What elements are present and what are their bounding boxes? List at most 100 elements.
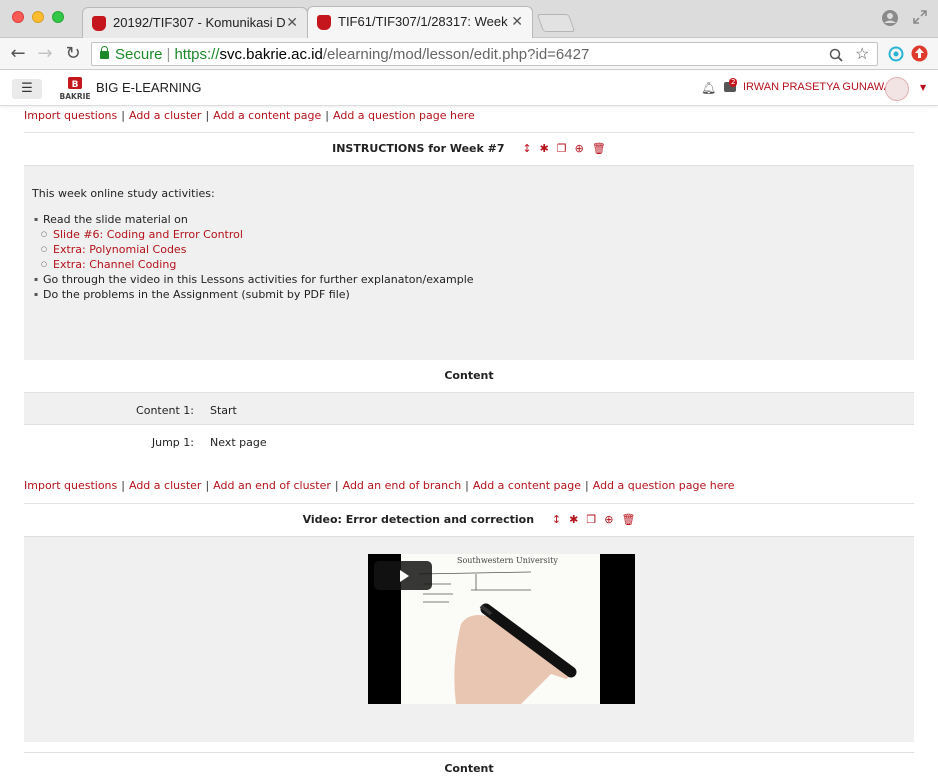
import-questions-link[interactable]: Import questions [24,109,117,122]
browser-tab-bar: 20192/TIF307 - Komunikasi D ✕ TIF61/TIF3… [0,0,938,39]
address-bar[interactable]: Secure | https://svc.bakrie.ac.id/elearnin… [91,42,878,66]
lesson-page-title: Video: Error detection and correction [302,513,535,526]
gear-icon[interactable]: ✱ [569,513,578,526]
lesson-edit-page: Import questions | Add a cluster | Add a con… [24,106,914,776]
list-item: Extra: Channel Coding [32,257,906,272]
svg-text:B: B [72,80,79,90]
url-host: svc.bakrie.ac.id [219,46,323,63]
site-navbar: ☰ B BAKRIE BIG E-LEARNING 🔔︎ 2 IRWAN PRA… [0,71,938,106]
lesson-page-header: Video: Error detection and correction ↕ ✱… [24,503,914,537]
lesson-page-header: INSTRUCTIONS for Week #7 ↕ ✱ ❐ ⊕ 🗑︎ [24,132,914,166]
move-icon[interactable]: ↕ [552,513,561,526]
search-icon[interactable] [829,48,843,62]
instructions-list: Read the slide material on Slide #6: Cod… [32,212,906,302]
instructions-text: This week online study activities: Read … [24,166,914,302]
gear-icon[interactable]: ✱ [540,142,549,155]
answer-value: Start [210,404,237,417]
link-separator: | [585,479,589,492]
user-menu-name[interactable]: IRWAN PRASETYA GUNAWAN [743,81,899,93]
copy-icon[interactable]: ❐ [586,513,596,526]
zoom-icon[interactable]: ⊕ [604,513,613,526]
content-heading: Content [24,752,914,776]
add-content-page-link[interactable]: Add a content page [473,479,581,492]
import-questions-link[interactable]: Import questions [24,479,117,492]
add-question-page-link[interactable]: Add a question page here [593,479,735,492]
site-name[interactable]: BIG E-LEARNING [96,80,201,95]
page-action-icons: ↕ ✱ ❐ ⊕ 🗑︎ [544,513,636,526]
page-action-icons: ↕ ✱ ❐ ⊕ 🗑︎ [514,142,606,155]
lock-icon [100,46,109,59]
extension-icon[interactable] [888,46,904,62]
video-player[interactable]: Southwestern University [368,554,635,704]
table-row: Jump 1: Next page [24,424,914,456]
list-item: Extra: Polynomial Codes [32,242,906,257]
copy-icon[interactable]: ❐ [557,142,567,155]
polynomial-codes-link[interactable]: Extra: Polynomial Codes [53,243,186,256]
browser-tab-2[interactable]: TIF61/TIF307/1/28317: Week ✕ [307,6,533,39]
lesson-page-title: INSTRUCTIONS for Week #7 [332,142,505,155]
browser-tab-1-title: 20192/TIF307 - Komunikasi D [113,15,286,30]
jump-label: Jump 1: [151,436,194,449]
close-window-button[interactable] [12,11,24,23]
add-end-of-cluster-link[interactable]: Add an end of cluster [213,479,331,492]
update-icon[interactable] [911,45,928,62]
browser-tab-2-title: TIF61/TIF307/1/28317: Week [338,14,508,29]
bakrie-favicon-icon [92,16,106,31]
forward-icon[interactable]: → [35,43,55,64]
add-content-page-link[interactable]: Add a content page [213,109,321,122]
add-end-of-branch-link[interactable]: Add an end of branch [343,479,462,492]
bakrie-logo[interactable]: B BAKRIE [58,77,92,101]
lesson-page-contents: This week online study activities: Read … [24,165,914,360]
logo-text: BAKRIE [59,92,90,101]
chevron-down-icon[interactable]: ▼ [920,83,926,92]
browser-toolbar: ← → ↻ Secure | https://svc.bakrie.ac.id/el… [0,38,938,70]
fullscreen-icon[interactable] [912,9,928,25]
back-icon[interactable]: ← [8,43,28,64]
close-tab-icon[interactable]: ✕ [511,13,523,30]
url-scheme: https:// [174,46,220,63]
reload-icon[interactable]: ↻ [63,43,83,64]
profile-icon[interactable] [881,9,899,27]
answer-label: Content 1: [136,404,194,417]
new-tab-button[interactable] [536,14,576,32]
add-cluster-link[interactable]: Add a cluster [129,109,201,122]
trash-icon[interactable]: 🗑︎ [621,513,635,526]
link-separator: | [205,479,210,492]
close-tab-icon[interactable]: ✕ [286,14,298,31]
slide-6-link[interactable]: Slide #6: Coding and Error Control [53,228,243,241]
secure-label: Secure [115,46,163,63]
avatar[interactable] [885,77,909,101]
list-item: Read the slide material on [32,212,906,227]
message-count-badge: 2 [729,78,738,87]
table-row: Content 1: Start [24,392,914,424]
list-item: Do the problems in the Assignment (submi… [32,287,906,302]
zoom-icon[interactable]: ⊕ [575,142,584,155]
menu-toggle-button[interactable]: ☰ [12,79,42,99]
add-cluster-link[interactable]: Add a cluster [129,479,201,492]
instructions-intro: This week online study activities: [32,187,215,200]
mid-action-links: Import questions | Add a cluster | Add an en… [24,479,735,492]
browser-tab-1[interactable]: 20192/TIF307 - Komunikasi D ✕ [82,7,308,38]
channel-coding-link[interactable]: Extra: Channel Coding [53,258,176,271]
link-separator: | [465,479,469,492]
list-item: Go through the video in this Lessons act… [32,272,906,287]
bookmark-star-icon[interactable]: ☆ [855,44,869,64]
top-action-links: Import questions | Add a cluster | Add a con… [24,109,475,122]
minimize-window-button[interactable] [32,11,44,23]
add-question-page-link[interactable]: Add a question page here [333,109,475,122]
link-separator: | [121,109,125,122]
list-item: Slide #6: Coding and Error Control [32,227,906,242]
url-path: /elearning/mod/lesson/edit.php?id=6427 [322,46,590,63]
link-separator: | [325,109,329,122]
link-separator: | [121,479,125,492]
trash-icon[interactable]: 🗑︎ [592,142,606,155]
jump-value: Next page [210,436,267,449]
notification-bell-icon[interactable]: 🔔︎ [701,81,716,95]
link-separator: | [334,479,339,492]
play-button[interactable] [374,561,432,590]
link-separator: | [205,109,210,122]
maximize-window-button[interactable] [52,11,64,23]
content-heading: Content [444,369,494,382]
move-icon[interactable]: ↕ [522,142,531,155]
bakrie-favicon-icon [317,15,331,30]
